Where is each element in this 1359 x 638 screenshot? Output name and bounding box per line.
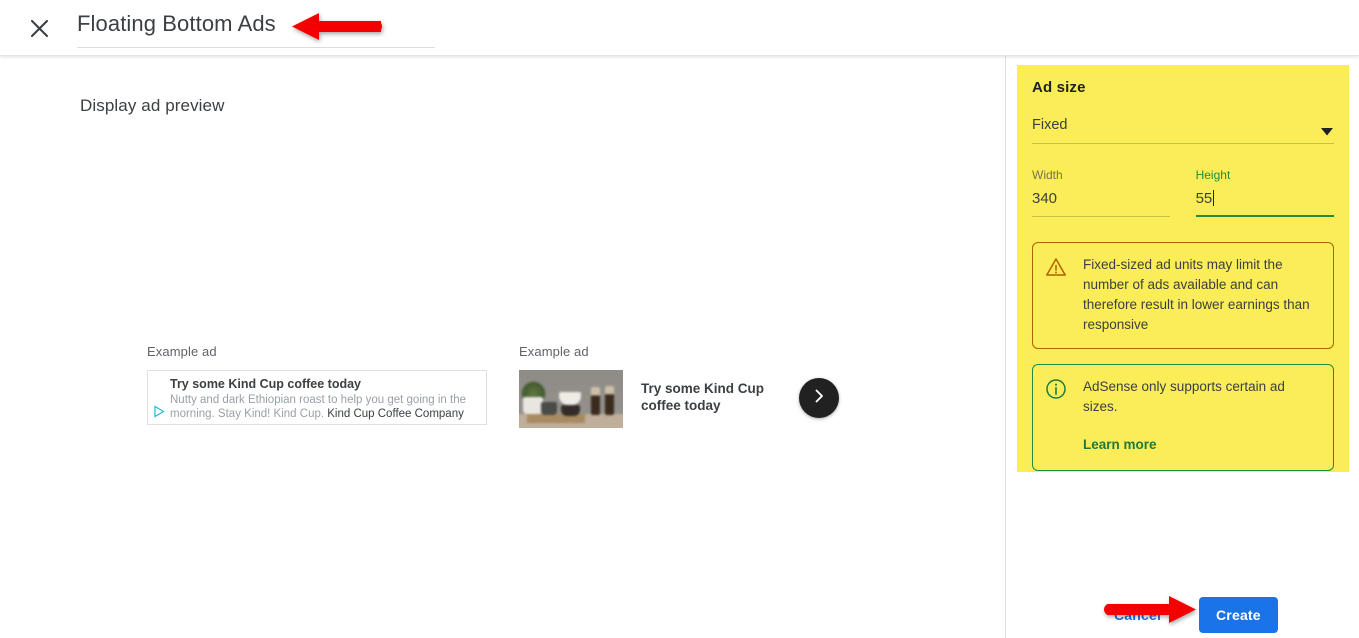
warning-triangle-icon xyxy=(1045,256,1067,278)
text-ad-headline: Try some Kind Cup coffee today xyxy=(170,377,362,391)
text-ad-body-line1: Nutty and dark Ethiopian roast to help y… xyxy=(170,394,467,406)
width-label: Width xyxy=(1032,168,1063,182)
fixed-size-warning-notice: Fixed-sized ad units may limit the numbe… xyxy=(1032,242,1334,349)
example-ad-label: Example ad xyxy=(519,344,589,359)
supported-sizes-info-body: AdSense only supports certain ad sizes. … xyxy=(1083,377,1319,452)
preview-heading: Display ad preview xyxy=(80,96,225,115)
height-label: Height xyxy=(1195,168,1231,182)
chevron-down-icon xyxy=(1321,123,1333,141)
dialog-header xyxy=(0,0,1359,56)
ad-settings-pane: Ad size Fixed Width 340 Height 55 Fixed-… xyxy=(1006,56,1359,638)
image-ad-card[interactable]: Try some Kind Cup coffee today xyxy=(519,370,839,428)
text-ad-body-line2: morning. Stay Kind! Kind Cup. xyxy=(170,408,328,420)
close-icon xyxy=(30,19,49,38)
adchoices-icon[interactable] xyxy=(153,405,166,418)
close-dialog-button[interactable] xyxy=(22,11,56,45)
height-input[interactable]: 55 xyxy=(1195,190,1335,217)
ad-size-panel: Ad size Fixed Width 340 Height 55 Fixed-… xyxy=(1017,65,1349,472)
width-field[interactable]: Width 340 xyxy=(1032,168,1171,217)
ad-thumbnail-image xyxy=(519,370,623,428)
dimensions-spacer xyxy=(1170,168,1195,217)
text-cursor xyxy=(1213,190,1215,206)
supported-sizes-info-text: AdSense only supports certain ad sizes. xyxy=(1083,379,1285,414)
supported-sizes-info-notice: AdSense only supports certain ad sizes. … xyxy=(1032,364,1334,471)
ad-preview-pane: Display ad preview Example ad Try some K… xyxy=(0,56,1006,638)
chevron-right-icon xyxy=(810,387,828,410)
ad-size-mode-select[interactable]: Fixed xyxy=(1032,116,1334,144)
width-input[interactable]: 340 xyxy=(1032,190,1171,217)
example-ad-label: Example ad xyxy=(147,344,217,359)
ad-size-panel-title: Ad size xyxy=(1032,79,1086,96)
info-circle-icon xyxy=(1045,378,1067,400)
example-ad-image: Example ad Try some Kind Cup coffee toda… xyxy=(519,344,839,428)
ad-unit-name-input[interactable] xyxy=(77,10,435,48)
text-ad-card[interactable]: Try some Kind Cup coffee today Nutty and… xyxy=(147,370,487,425)
ad-dimensions-row: Width 340 Height 55 xyxy=(1032,168,1335,217)
text-ad-body: Nutty and dark Ethiopian roast to help y… xyxy=(170,393,478,421)
ad-size-mode-value: Fixed xyxy=(1032,117,1068,133)
fixed-size-warning-text: Fixed-sized ad units may limit the numbe… xyxy=(1083,257,1310,332)
ad-next-button[interactable] xyxy=(799,378,839,418)
cancel-button[interactable]: Cancel xyxy=(1102,598,1173,632)
ad-unit-name-field-wrapper xyxy=(77,10,435,48)
example-ad-text: Example ad Try some Kind Cup coffee toda… xyxy=(147,344,487,425)
height-input-value: 55 xyxy=(1195,190,1213,207)
height-field[interactable]: Height 55 xyxy=(1195,168,1335,217)
create-button[interactable]: Create xyxy=(1199,597,1278,633)
image-ad-headline: Try some Kind Cup coffee today xyxy=(641,381,765,413)
text-ad-advertiser: Kind Cup Coffee Company xyxy=(327,408,464,420)
learn-more-link[interactable]: Learn more xyxy=(1083,437,1319,452)
